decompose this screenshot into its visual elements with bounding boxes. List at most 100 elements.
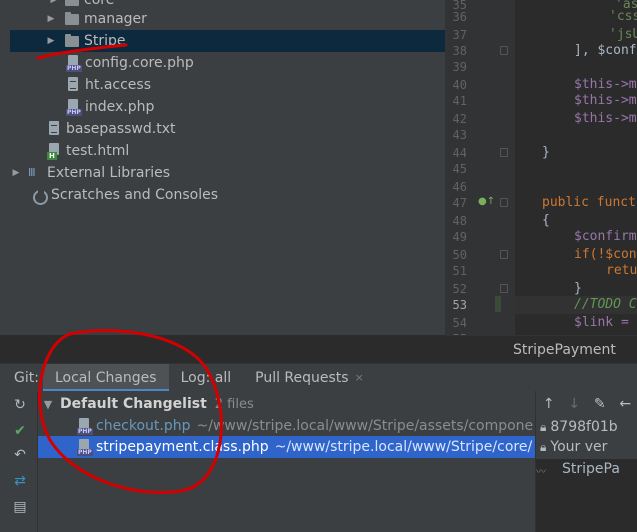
php-file-icon bbox=[77, 418, 93, 435]
code-line: $link = bbox=[574, 315, 637, 330]
tree-item-scratches[interactable]: Scratches and Consoles bbox=[0, 184, 445, 206]
editor-breadcrumb[interactable]: StripePayment bbox=[445, 335, 637, 363]
close-icon[interactable]: × bbox=[355, 371, 364, 384]
fold-marker-icon[interactable] bbox=[500, 284, 508, 293]
lock-icon: 🔒︎ bbox=[540, 419, 547, 434]
line-number: 45 bbox=[452, 162, 467, 176]
edit-icon[interactable]: ✎ bbox=[587, 396, 613, 412]
diff-class-name: StripePa bbox=[562, 461, 620, 477]
tree-item-manager[interactable]: ▶ manager bbox=[0, 8, 445, 30]
chevron-right-icon[interactable]: ▶ bbox=[10, 168, 22, 178]
commit-check-icon[interactable]: ✔ bbox=[12, 423, 28, 439]
tab-label: Local Changes bbox=[54, 369, 157, 386]
line-number-current: 53 bbox=[452, 298, 467, 312]
details-toolbar: ↑ ↓ ✎ ← bbox=[536, 391, 637, 417]
details-panel: ↑ ↓ ✎ ← 🔒︎ 8798f01b 🔒︎ Your ver 〰 Stripe… bbox=[535, 391, 637, 532]
changed-file-name: checkout.php bbox=[96, 418, 191, 434]
tree-item-label: Scratches and Consoles bbox=[51, 187, 218, 203]
changelist-count: 2 files bbox=[214, 396, 254, 412]
chevron-right-icon[interactable]: ▶ bbox=[45, 14, 57, 24]
code-line: retu bbox=[606, 263, 637, 278]
tree-item-label: External Libraries bbox=[47, 165, 170, 181]
tree-item-htaccess[interactable]: ht.access bbox=[0, 74, 445, 96]
tab-label: Pull Requests bbox=[255, 369, 349, 386]
tree-item-stripe[interactable]: ▶ Stripe bbox=[10, 30, 445, 52]
folder-icon bbox=[65, 11, 79, 25]
project-tree: ▶ core ▶ manager ▶ Stripe config.core.ph… bbox=[0, 0, 445, 335]
fold-marker-icon[interactable] bbox=[500, 250, 508, 259]
revision-hash: 8798f01b bbox=[550, 419, 618, 435]
local-changes-list: ▼ Default Changelist 2 files checkout.ph… bbox=[38, 391, 535, 532]
breadcrumb-class[interactable]: StripePayment bbox=[513, 342, 616, 358]
php-file-icon bbox=[66, 55, 82, 72]
tree-item-config-core-php[interactable]: config.core.php bbox=[0, 52, 445, 74]
code-line: $this->m bbox=[574, 93, 637, 108]
rollback-icon[interactable]: ↶ bbox=[12, 447, 28, 463]
line-number: 43 bbox=[452, 128, 467, 142]
folder-icon bbox=[65, 33, 79, 47]
shelf-icon[interactable]: ▤ bbox=[12, 499, 28, 515]
code-line: 'css bbox=[609, 9, 637, 24]
line-number: 41 bbox=[452, 94, 467, 108]
arrow-up-icon[interactable]: ↑ bbox=[536, 396, 562, 412]
scratches-icon bbox=[32, 188, 48, 205]
code-line: public functi bbox=[542, 195, 637, 210]
changes-toolbar: ↻ ✔ ↶ ⇄ ▤ bbox=[0, 391, 38, 532]
tree-item-label: basepasswd.txt bbox=[66, 121, 176, 137]
tree-item-external-libraries[interactable]: ▶ Ⅲ External Libraries bbox=[0, 162, 445, 184]
tree-item-label: test.html bbox=[66, 143, 130, 159]
line-number: 36 bbox=[452, 10, 467, 24]
lock-icon: 🔒︎ bbox=[540, 439, 547, 454]
arrow-down-icon[interactable]: ↓ bbox=[562, 396, 588, 412]
tree-item-index-php[interactable]: index.php bbox=[0, 96, 445, 118]
folder-icon bbox=[65, 0, 79, 6]
implements-icon[interactable]: ●↑ bbox=[478, 196, 495, 207]
fold-marker-icon[interactable] bbox=[500, 148, 508, 157]
html-file-icon bbox=[47, 143, 61, 160]
line-number: 39 bbox=[452, 60, 467, 74]
code-line: { bbox=[542, 213, 550, 228]
revision-row[interactable]: 🔒︎ 8798f01b bbox=[540, 417, 618, 437]
changed-file-name: stripepayment.class.php bbox=[96, 439, 269, 455]
code-line: $this->m bbox=[574, 111, 637, 126]
folded-lines-icon: 〰 bbox=[536, 467, 546, 478]
fold-marker-icon[interactable] bbox=[500, 198, 508, 207]
code-line: ], $confi bbox=[574, 43, 637, 58]
tree-item-label: config.core.php bbox=[85, 55, 194, 71]
diff-icon[interactable]: ⇄ bbox=[12, 473, 28, 489]
library-icon: Ⅲ bbox=[28, 166, 36, 179]
text-file-icon bbox=[47, 121, 61, 137]
refresh-icon[interactable]: ↻ bbox=[12, 397, 28, 413]
diff-preview[interactable]: 〰 StripePa bbox=[536, 459, 637, 532]
tab-label: Log: all bbox=[180, 369, 232, 386]
tab-log-all[interactable]: Log: all bbox=[169, 364, 244, 392]
changed-file-row-selected[interactable]: stripepayment.class.php ~/www/stripe.loc… bbox=[38, 436, 535, 458]
your-version-row[interactable]: 🔒︎ Your ver bbox=[540, 437, 607, 457]
php-file-icon bbox=[66, 99, 82, 116]
your-version-label: Your ver bbox=[550, 439, 608, 455]
changed-file-row[interactable]: checkout.php ~/www/stripe.local/www/Stri… bbox=[38, 415, 535, 437]
line-number: 51 bbox=[452, 264, 467, 278]
vcs-change-marker bbox=[495, 296, 501, 312]
tree-item-label: core bbox=[84, 0, 115, 8]
line-number: 49 bbox=[452, 230, 467, 244]
tree-item-label: index.php bbox=[85, 99, 155, 115]
code-line: } bbox=[542, 145, 550, 160]
code-line: //TODO C bbox=[574, 297, 637, 312]
changelist-header[interactable]: ▼ Default Changelist 2 files bbox=[38, 393, 535, 415]
chevron-right-icon[interactable]: ▶ bbox=[45, 36, 57, 46]
line-number: 47 bbox=[452, 196, 467, 210]
arrow-left-icon[interactable]: ← bbox=[613, 396, 637, 412]
git-tool-window-header: Git: Local Changes Log: all Pull Request… bbox=[0, 363, 637, 392]
fold-marker-icon[interactable] bbox=[500, 46, 508, 55]
code-line: $confirm bbox=[574, 229, 637, 244]
tab-pull-requests[interactable]: Pull Requests × bbox=[243, 364, 376, 392]
chevron-right-icon[interactable]: ▶ bbox=[48, 0, 60, 5]
tree-item-basepasswd-txt[interactable]: basepasswd.txt bbox=[0, 118, 445, 140]
tab-local-changes[interactable]: Local Changes bbox=[42, 363, 169, 392]
chevron-down-icon[interactable]: ▼ bbox=[42, 398, 54, 411]
tree-item-label: Stripe bbox=[84, 33, 126, 49]
tree-item-test-html[interactable]: test.html bbox=[0, 140, 445, 162]
changed-file-path: ~/www/stripe.local/www/Stripe/core/ bbox=[274, 439, 533, 455]
code-editor[interactable]: ●↑ 35 'ass 36 'css 37 'jsU 38 ], $confi … bbox=[445, 0, 637, 335]
